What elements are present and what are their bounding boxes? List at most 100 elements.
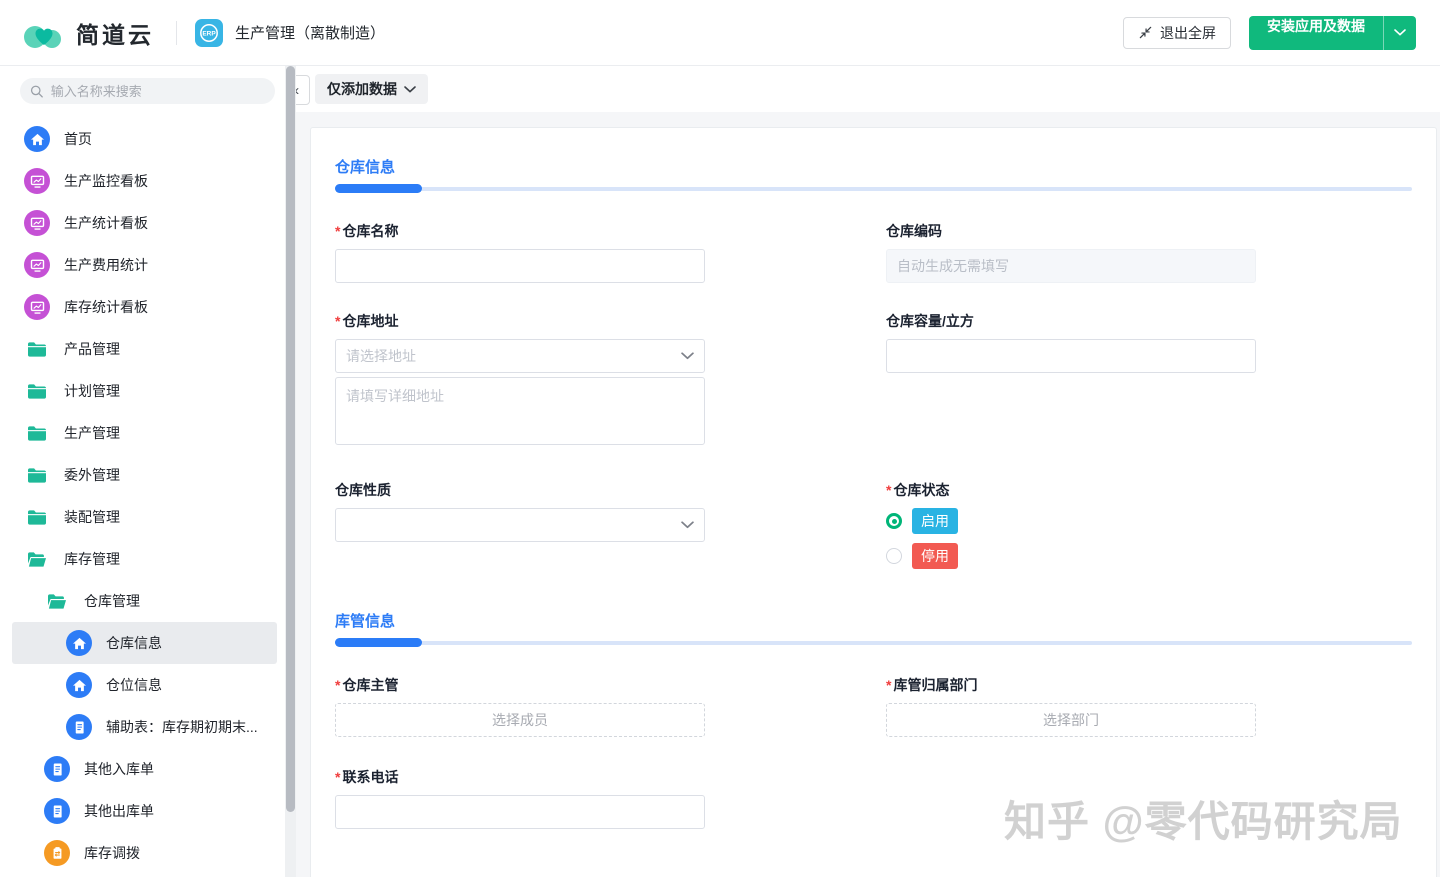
exit-fullscreen-button[interactable]: 退出全屏 (1123, 17, 1231, 49)
home-icon (66, 672, 92, 698)
address-select[interactable]: 请选择地址 (335, 339, 705, 373)
install-app-button[interactable]: 安装应用及数据 (1249, 16, 1383, 50)
address-detail-textarea[interactable] (335, 377, 705, 445)
sidebar-item-aux-table[interactable]: 辅助表：库存期初期末... (12, 706, 277, 748)
warehouse-name-input[interactable] (335, 249, 705, 283)
document-icon (44, 798, 70, 824)
required-asterisk: * (886, 482, 891, 498)
collapse-sidebar-button[interactable]: « (296, 75, 310, 105)
folder-icon (24, 336, 50, 362)
sidebar-item-outsourcing-mgmt[interactable]: 委外管理 (12, 454, 277, 496)
app-header: 简道云 ERP 生产管理（离散制造） 退出全屏 安装应用及数据 (0, 0, 1440, 66)
field-label: 仓库状态 (893, 482, 949, 498)
dashboard-icon (24, 168, 50, 194)
home-icon (66, 630, 92, 656)
field-label: 仓库编码 (886, 223, 942, 239)
contact-phone-input[interactable] (335, 795, 705, 829)
folder-open-icon (44, 588, 70, 614)
chevron-down-icon (681, 352, 694, 360)
sidebar-item-plan-mgmt[interactable]: 计划管理 (12, 370, 277, 412)
form-toolbar: « 仅添加数据 (296, 66, 1440, 112)
folder-icon (24, 420, 50, 446)
svg-text:ERP: ERP (202, 30, 216, 37)
sidebar-nav: 首页 生产监控看板 生产统计看板 生产费用统计 库存统计看板 产品管理 (0, 116, 285, 877)
data-mode-label: 仅添加数据 (327, 79, 397, 99)
chevron-down-icon (404, 86, 416, 93)
field-warehouse-address: *仓库地址 请选择地址 (335, 311, 705, 450)
sidebar-search[interactable] (20, 78, 275, 104)
folder-icon (24, 462, 50, 488)
sidebar-item-bin-info[interactable]: 仓位信息 (12, 664, 277, 706)
field-manager-department: *库管归属部门 选择部门 (886, 675, 1256, 737)
sidebar-item-production-cost-stats[interactable]: 生产费用统计 (12, 244, 277, 286)
sidebar-item-warehouse-mgmt[interactable]: 仓库管理 (12, 580, 277, 622)
sidebar: 首页 生产监控看板 生产统计看板 生产费用统计 库存统计看板 产品管理 (0, 66, 285, 877)
status-option-disabled[interactable]: 停用 (886, 543, 1256, 569)
field-warehouse-manager: *仓库主管 选择成员 (335, 675, 705, 737)
warehouse-nature-select[interactable] (335, 508, 705, 542)
sidebar-scrollbar-thumb[interactable] (286, 66, 295, 812)
radio-unchecked-icon[interactable] (886, 548, 902, 564)
search-icon (30, 84, 44, 99)
sidebar-item-assembly-mgmt[interactable]: 装配管理 (12, 496, 277, 538)
required-asterisk: * (335, 769, 340, 785)
header-divider (176, 21, 177, 45)
transfer-icon (44, 840, 70, 866)
document-icon (44, 756, 70, 782)
field-label: 联系电话 (342, 769, 398, 785)
sidebar-item-product-mgmt[interactable]: 产品管理 (12, 328, 277, 370)
field-label: 仓库容量/立方 (886, 313, 974, 329)
dashboard-icon (24, 294, 50, 320)
jiandaoyun-logo[interactable]: 简道云 (22, 16, 154, 50)
sidebar-item-inventory-mgmt[interactable]: 库存管理 (12, 538, 277, 580)
chevron-down-icon (1394, 29, 1406, 36)
sidebar-item-other-outbound[interactable]: 其他出库单 (12, 790, 277, 832)
sidebar-item-home[interactable]: 首页 (12, 118, 277, 160)
sidebar-item-warehouse-info[interactable]: 仓库信息 (12, 622, 277, 664)
sidebar-item-production-monitor-board[interactable]: 生产监控看板 (12, 160, 277, 202)
radio-checked-icon[interactable] (886, 513, 902, 529)
field-label: 仓库主管 (342, 677, 398, 693)
section-title-keeper-info: 库管信息 (335, 610, 1412, 631)
folder-icon (24, 504, 50, 530)
select-member-button[interactable]: 选择成员 (335, 703, 705, 737)
sidebar-scrollbar[interactable] (285, 66, 296, 877)
main-area: « 仅添加数据 仓库信息 * 仓库名称 仓库编码 (296, 66, 1440, 877)
field-label: 仓库性质 (335, 482, 391, 498)
field-warehouse-status: *仓库状态 启用 停用 (886, 480, 1256, 578)
exit-fullscreen-icon (1138, 25, 1153, 40)
sidebar-item-inventory-stats-board[interactable]: 库存统计看板 (12, 286, 277, 328)
chevron-down-icon (681, 521, 694, 529)
field-label: 仓库名称 (342, 223, 398, 239)
warehouse-capacity-input[interactable] (886, 339, 1256, 373)
sidebar-item-production-stats-board[interactable]: 生产统计看板 (12, 202, 277, 244)
sidebar-item-production-mgmt[interactable]: 生产管理 (12, 412, 277, 454)
status-option-enabled[interactable]: 启用 (886, 508, 1256, 534)
sidebar-item-inventory-transfer[interactable]: 库存调拨 (12, 832, 277, 874)
data-mode-dropdown[interactable]: 仅添加数据 (315, 74, 428, 104)
address-select-placeholder: 请选择地址 (346, 346, 416, 366)
field-label: 仓库地址 (342, 313, 398, 329)
section-progress-bar (335, 184, 1412, 193)
select-department-button[interactable]: 选择部门 (886, 703, 1256, 737)
form-card: 仓库信息 * 仓库名称 仓库编码 * 仓库地址 (310, 127, 1437, 877)
section-progress-bar (335, 638, 1412, 647)
install-app-split-button: 安装应用及数据 (1249, 16, 1416, 50)
warehouse-code-input (886, 249, 1256, 283)
app-title: 生产管理（离散制造） (235, 22, 385, 43)
install-app-caret-button[interactable] (1383, 16, 1416, 50)
form-content: 仓库信息 * 仓库名称 仓库编码 * 仓库地址 (296, 112, 1440, 877)
search-input[interactable] (51, 84, 265, 99)
section-title-warehouse-info: 仓库信息 (335, 156, 1412, 177)
field-warehouse-nature: 仓库性质 (335, 480, 705, 542)
folder-open-icon (24, 546, 50, 572)
required-asterisk: * (335, 677, 340, 693)
sidebar-item-other-inbound[interactable]: 其他入库单 (12, 748, 277, 790)
document-icon (66, 714, 92, 740)
exit-fullscreen-label: 退出全屏 (1160, 23, 1216, 43)
dashboard-icon (24, 210, 50, 236)
logo-text: 简道云 (76, 16, 154, 50)
status-badge-disabled: 停用 (912, 543, 958, 569)
required-asterisk: * (886, 677, 891, 693)
field-contact-phone: *联系电话 (335, 767, 705, 829)
